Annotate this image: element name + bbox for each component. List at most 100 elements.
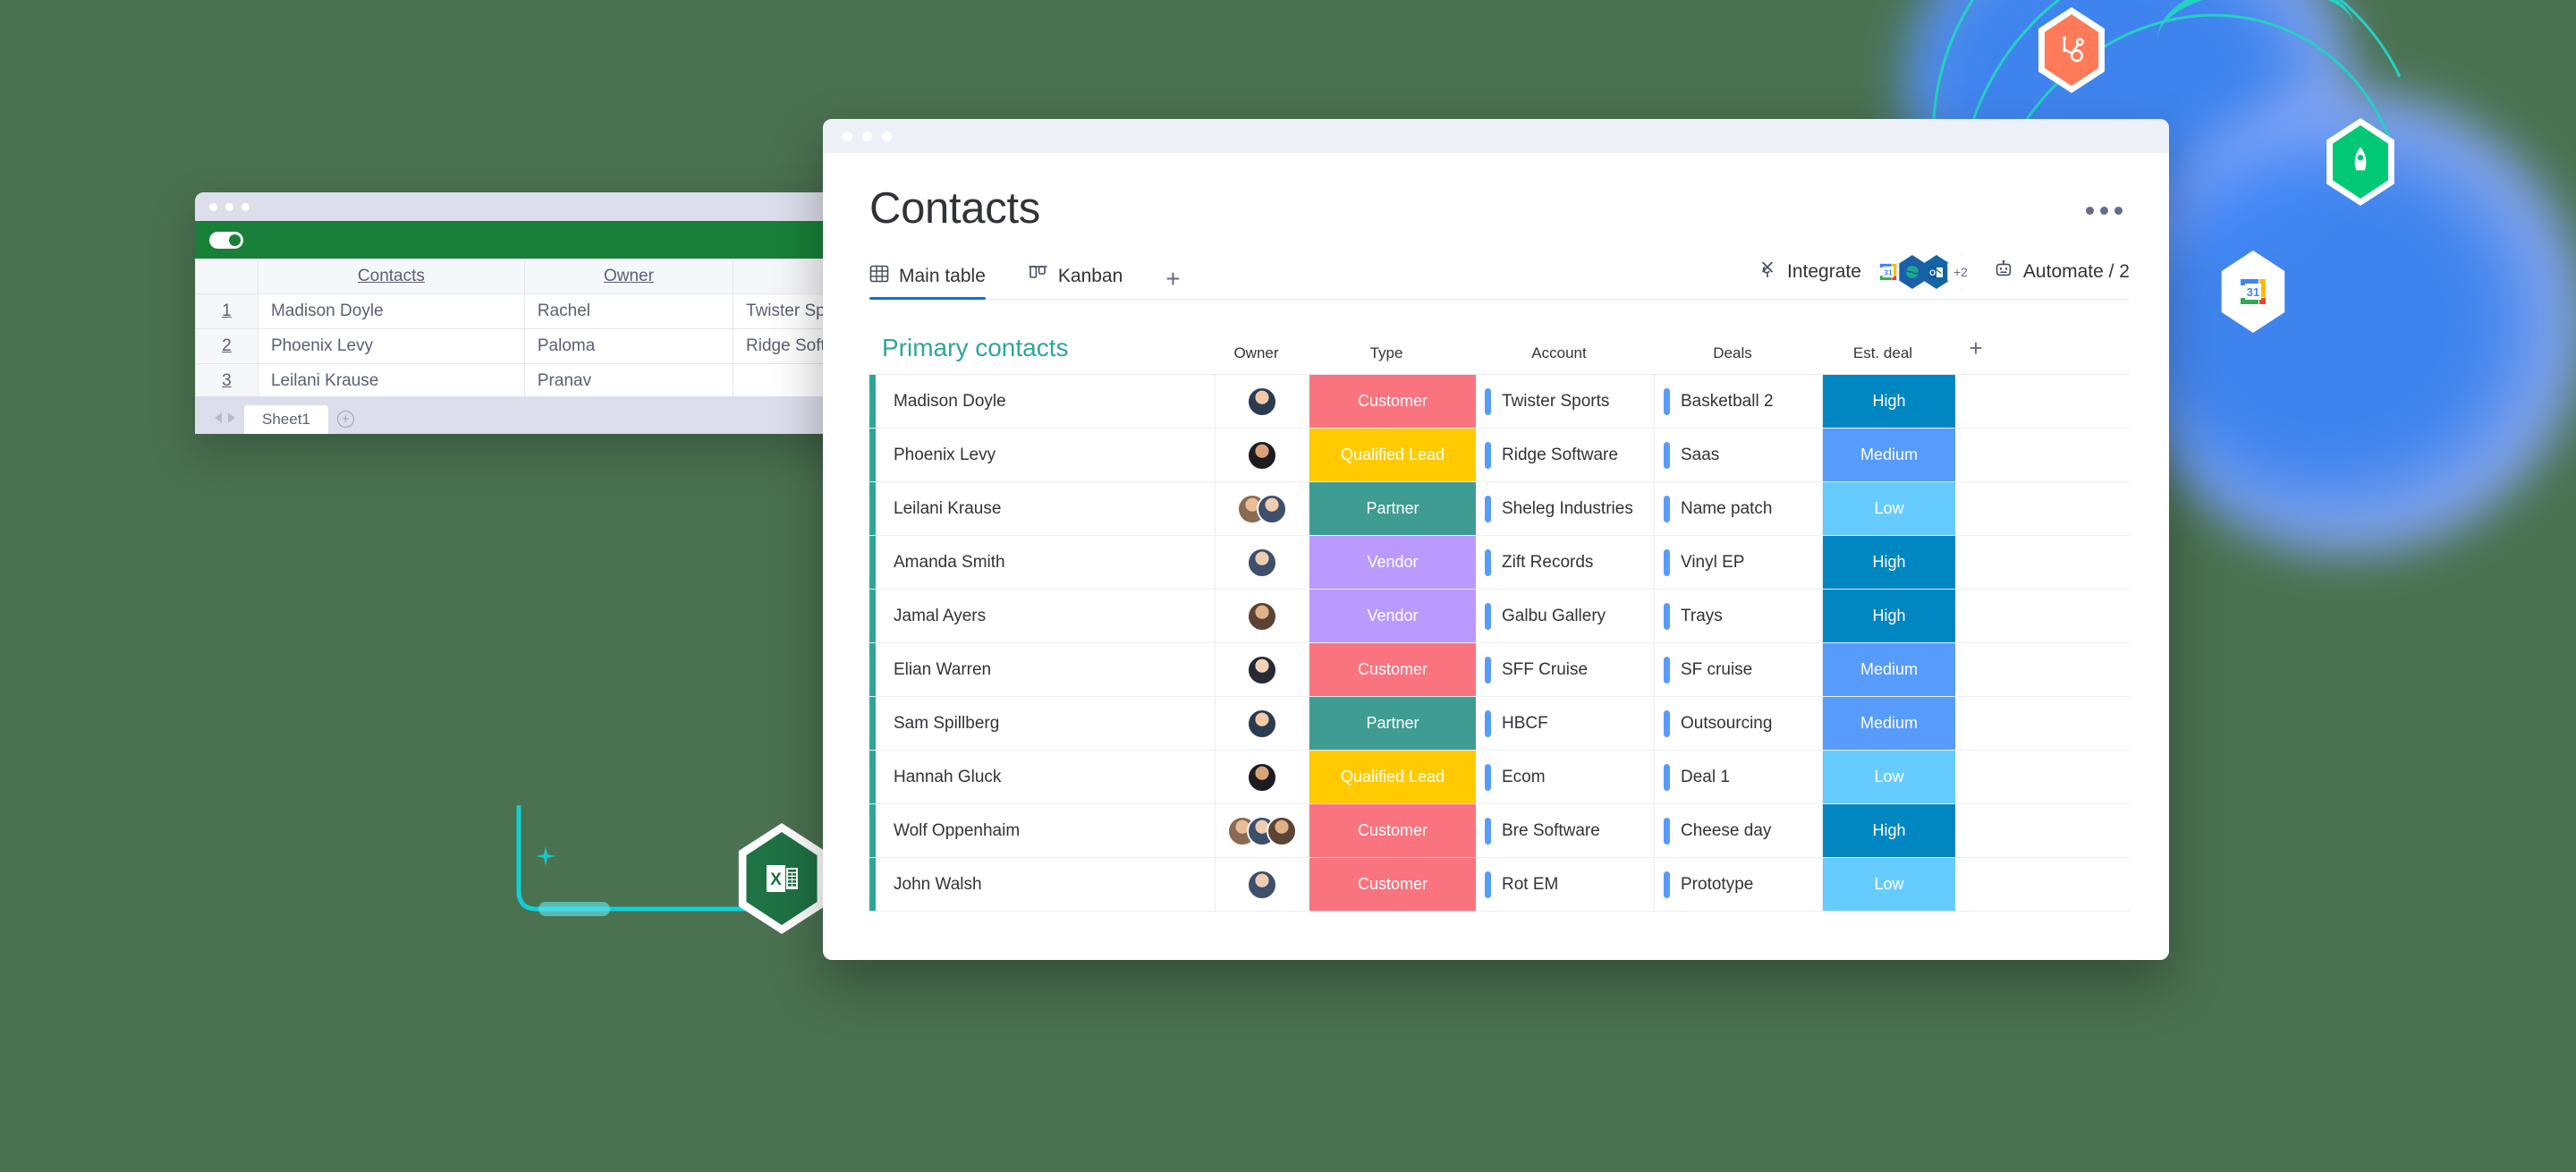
cell-est-deal-status[interactable]: Medium xyxy=(1823,697,1955,750)
table-row[interactable]: Wolf Oppenhaim Customer Bre Software Cheese… xyxy=(869,804,2130,858)
avatar[interactable] xyxy=(1247,708,1277,739)
integrate-button[interactable]: Integrate 31 O +2 xyxy=(1758,255,1976,289)
cell-owner[interactable] xyxy=(1216,536,1309,589)
cell-owner[interactable] xyxy=(1216,804,1309,857)
cell-type-status[interactable]: Qualified Lead xyxy=(1309,751,1476,803)
spreadsheet-col-contacts[interactable]: Contacts xyxy=(257,259,525,294)
cell-deal[interactable]: Saas xyxy=(1655,429,1823,481)
cell-account[interactable]: Zift Records xyxy=(1476,536,1655,589)
owner-avatars[interactable] xyxy=(1247,600,1277,632)
cell-owner[interactable] xyxy=(1216,697,1309,750)
cell-owner[interactable] xyxy=(1216,858,1309,911)
cell-type-status[interactable]: Customer xyxy=(1309,375,1476,428)
cell-owner[interactable] xyxy=(1216,429,1309,481)
cell-type-status[interactable]: Partner xyxy=(1309,482,1476,535)
cell-type-status[interactable]: Customer xyxy=(1309,858,1476,911)
cell-deal[interactable]: SF cruise xyxy=(1655,643,1823,696)
cell-contact-name[interactable]: Hannah Gluck xyxy=(876,751,1216,803)
owner-avatars[interactable] xyxy=(1247,708,1277,739)
spreadsheet-toggle[interactable] xyxy=(209,231,243,249)
cell-deal[interactable]: Prototype xyxy=(1655,858,1823,911)
cell-account[interactable]: Sheleg Industries xyxy=(1476,482,1655,535)
cell-est-deal-status[interactable]: High xyxy=(1823,590,1955,642)
avatar[interactable] xyxy=(1247,869,1277,900)
cell-deal[interactable]: Trays xyxy=(1655,590,1823,642)
table-row[interactable]: Sam Spillberg Partner HBCF Outsourcing Mediu… xyxy=(869,697,2130,751)
cell-contact-name[interactable]: Elian Warren xyxy=(876,643,1216,696)
spreadsheet-cell-owner[interactable]: Pranav xyxy=(523,363,734,399)
owner-avatars[interactable] xyxy=(1247,386,1277,417)
add-sheet-button[interactable]: + xyxy=(336,411,354,428)
cell-deal[interactable]: Name patch xyxy=(1655,482,1823,535)
table-row[interactable]: Elian Warren Customer SFF Cruise SF cruise M… xyxy=(869,643,2130,697)
spreadsheet-row-number[interactable]: 3 xyxy=(195,363,258,399)
cell-type-status[interactable]: Customer xyxy=(1309,804,1476,857)
cell-est-deal-status[interactable]: Medium xyxy=(1823,429,1955,481)
cell-type-status[interactable]: Qualified Lead xyxy=(1309,429,1476,481)
cell-contact-name[interactable]: Amanda Smith xyxy=(876,536,1216,589)
spreadsheet-cell-contact[interactable]: Phoenix Levy xyxy=(257,328,525,364)
column-header-type[interactable]: Type xyxy=(1303,344,1470,362)
tab-main-table[interactable]: Main table xyxy=(869,264,986,300)
cell-account[interactable]: Galbu Gallery xyxy=(1476,590,1655,642)
cell-owner[interactable] xyxy=(1216,751,1309,803)
cell-deal[interactable]: Cheese day xyxy=(1655,804,1823,857)
cell-deal[interactable]: Basketball 2 xyxy=(1655,375,1823,428)
sheet-tab-sheet1[interactable]: Sheet1 xyxy=(244,405,328,434)
cell-contact-name[interactable]: Wolf Oppenhaim xyxy=(876,804,1216,857)
cell-est-deal-status[interactable]: Low xyxy=(1823,482,1955,535)
avatar[interactable] xyxy=(1247,654,1277,685)
automate-button[interactable]: Automate / 2 xyxy=(1994,259,2130,285)
table-row[interactable]: Leilani Krause Partner Sheleg Industries Na… xyxy=(869,482,2130,536)
cell-deal[interactable]: Vinyl EP xyxy=(1655,536,1823,589)
cell-est-deal-status[interactable]: Medium xyxy=(1823,643,1955,696)
table-row[interactable]: Amanda Smith Vendor Zift Records Vinyl EP Hi… xyxy=(869,536,2130,590)
spreadsheet-cell-owner[interactable]: Paloma xyxy=(523,328,734,364)
avatar[interactable] xyxy=(1267,815,1297,846)
cell-type-status[interactable]: Customer xyxy=(1309,643,1476,696)
table-row[interactable]: Hannah Gluck Qualified Lead Ecom Deal 1 Low xyxy=(869,751,2130,804)
table-row[interactable]: Madison Doyle Customer Twister Sports Baske… xyxy=(869,375,2130,429)
cell-account[interactable]: Ecom xyxy=(1476,751,1655,803)
cell-est-deal-status[interactable]: High xyxy=(1823,375,1955,428)
spreadsheet-cell-contact[interactable]: Leilani Krause xyxy=(257,363,525,399)
cell-account[interactable]: HBCF xyxy=(1476,697,1655,750)
avatar[interactable] xyxy=(1247,386,1277,417)
spreadsheet-cell-owner[interactable]: Rachel xyxy=(523,293,734,329)
table-row[interactable]: Phoenix Levy Qualified Lead Ridge Software… xyxy=(869,429,2130,482)
cell-type-status[interactable]: Partner xyxy=(1309,697,1476,750)
cell-owner[interactable] xyxy=(1216,643,1309,696)
avatar[interactable] xyxy=(1247,761,1277,793)
cell-type-status[interactable]: Vendor xyxy=(1309,590,1476,642)
cell-contact-name[interactable]: Madison Doyle xyxy=(876,375,1216,428)
cell-type-status[interactable]: Vendor xyxy=(1309,536,1476,589)
avatar[interactable] xyxy=(1247,547,1277,578)
avatar[interactable] xyxy=(1247,439,1277,471)
cell-est-deal-status[interactable]: High xyxy=(1823,536,1955,589)
add-view-button[interactable]: + xyxy=(1165,267,1180,299)
owner-avatars[interactable] xyxy=(1247,654,1277,685)
add-column-button[interactable]: + xyxy=(1949,335,2003,362)
cell-account[interactable]: Rot EM xyxy=(1476,858,1655,911)
column-header-account[interactable]: Account xyxy=(1470,344,1648,362)
cell-est-deal-status[interactable]: Low xyxy=(1823,858,1955,911)
tab-kanban[interactable]: Kanban xyxy=(1029,264,1123,299)
owner-avatars[interactable] xyxy=(1247,439,1277,471)
card-minimize-dot[interactable] xyxy=(862,131,872,141)
avatar[interactable] xyxy=(1257,493,1287,524)
cell-est-deal-status[interactable]: Low xyxy=(1823,751,1955,803)
cell-owner[interactable] xyxy=(1216,375,1309,428)
integration-more-count[interactable]: +2 xyxy=(1947,255,1974,289)
window-maximize-dot[interactable] xyxy=(242,202,250,211)
spreadsheet-col-owner[interactable]: Owner xyxy=(523,259,734,294)
more-options-icon[interactable] xyxy=(2086,207,2123,215)
cell-contact-name[interactable]: Leilani Krause xyxy=(876,482,1216,535)
cell-contact-name[interactable]: John Walsh xyxy=(876,858,1216,911)
column-header-owner[interactable]: Owner xyxy=(1209,344,1303,362)
cell-account[interactable]: Twister Sports xyxy=(1476,375,1655,428)
owner-avatars[interactable] xyxy=(1237,493,1287,524)
cell-account[interactable]: Bre Software xyxy=(1476,804,1655,857)
owner-avatars[interactable] xyxy=(1247,761,1277,793)
cell-owner[interactable] xyxy=(1216,482,1309,535)
card-maximize-dot[interactable] xyxy=(882,131,892,141)
